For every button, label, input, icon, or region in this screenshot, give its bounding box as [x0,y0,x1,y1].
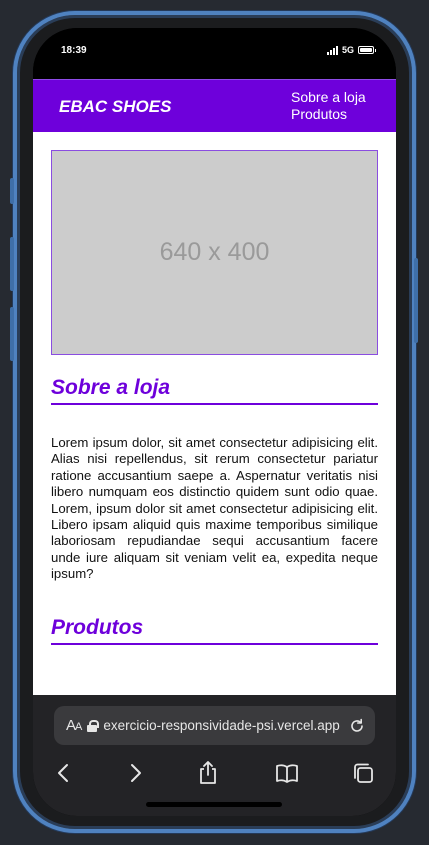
section-title-sobre-a-loja: Sobre a loja [51,376,378,405]
site-nav: Sobre a loja Produtos [291,89,366,123]
share-icon[interactable] [194,759,222,787]
status-indicators: 5G [326,45,376,55]
section-body-sobre-a-loja: Lorem ipsum dolor, sit amet consectetur … [51,435,378,582]
signal-icon [326,45,338,55]
placeholder-label: 640 x 400 [159,238,270,266]
main-content: 640 x 400 Sobre a loja Lorem ipsum dolor… [33,132,396,645]
back-icon[interactable] [50,759,78,787]
site-logo[interactable]: EBAC SHOES [59,97,171,117]
browser-bottom-bar: AA exercicio-responsividade-psi.vercel.a… [33,695,396,816]
camera-notch [140,28,290,60]
browser-toolbar [33,755,396,791]
lock-icon [87,719,100,732]
reload-icon[interactable] [349,718,365,734]
web-content: EBAC SHOES Sobre a loja Produtos 640 x 4… [33,79,396,695]
address-bar[interactable]: AA exercicio-responsividade-psi.vercel.a… [54,706,375,745]
section-title-produtos: Produtos [51,616,378,645]
tabs-icon[interactable] [349,759,377,787]
power-button [414,258,418,343]
status-bar: 18:39 5G [33,28,396,78]
bookmarks-icon[interactable] [273,759,301,787]
action-button [10,178,14,204]
nav-link-produtos[interactable]: Produtos [291,106,366,123]
phone-screen: 18:39 5G EBAC SHOES Sobre a loja Produto… [33,28,396,816]
forward-icon[interactable] [121,759,149,787]
volume-up-button [10,237,14,291]
status-time: 18:39 [61,45,87,56]
battery-icon [358,46,376,54]
text-size-icon[interactable]: AA [66,717,82,734]
nav-link-sobre-a-loja[interactable]: Sobre a loja [291,89,366,106]
home-indicator[interactable] [146,802,282,807]
network-type: 5G [341,45,354,55]
site-header: EBAC SHOES Sobre a loja Produtos [33,79,396,132]
volume-down-button [10,307,14,361]
hero-placeholder-image: 640 x 400 [51,150,378,355]
url-text[interactable]: exercicio-responsividade-psi.vercel.app [103,718,343,733]
